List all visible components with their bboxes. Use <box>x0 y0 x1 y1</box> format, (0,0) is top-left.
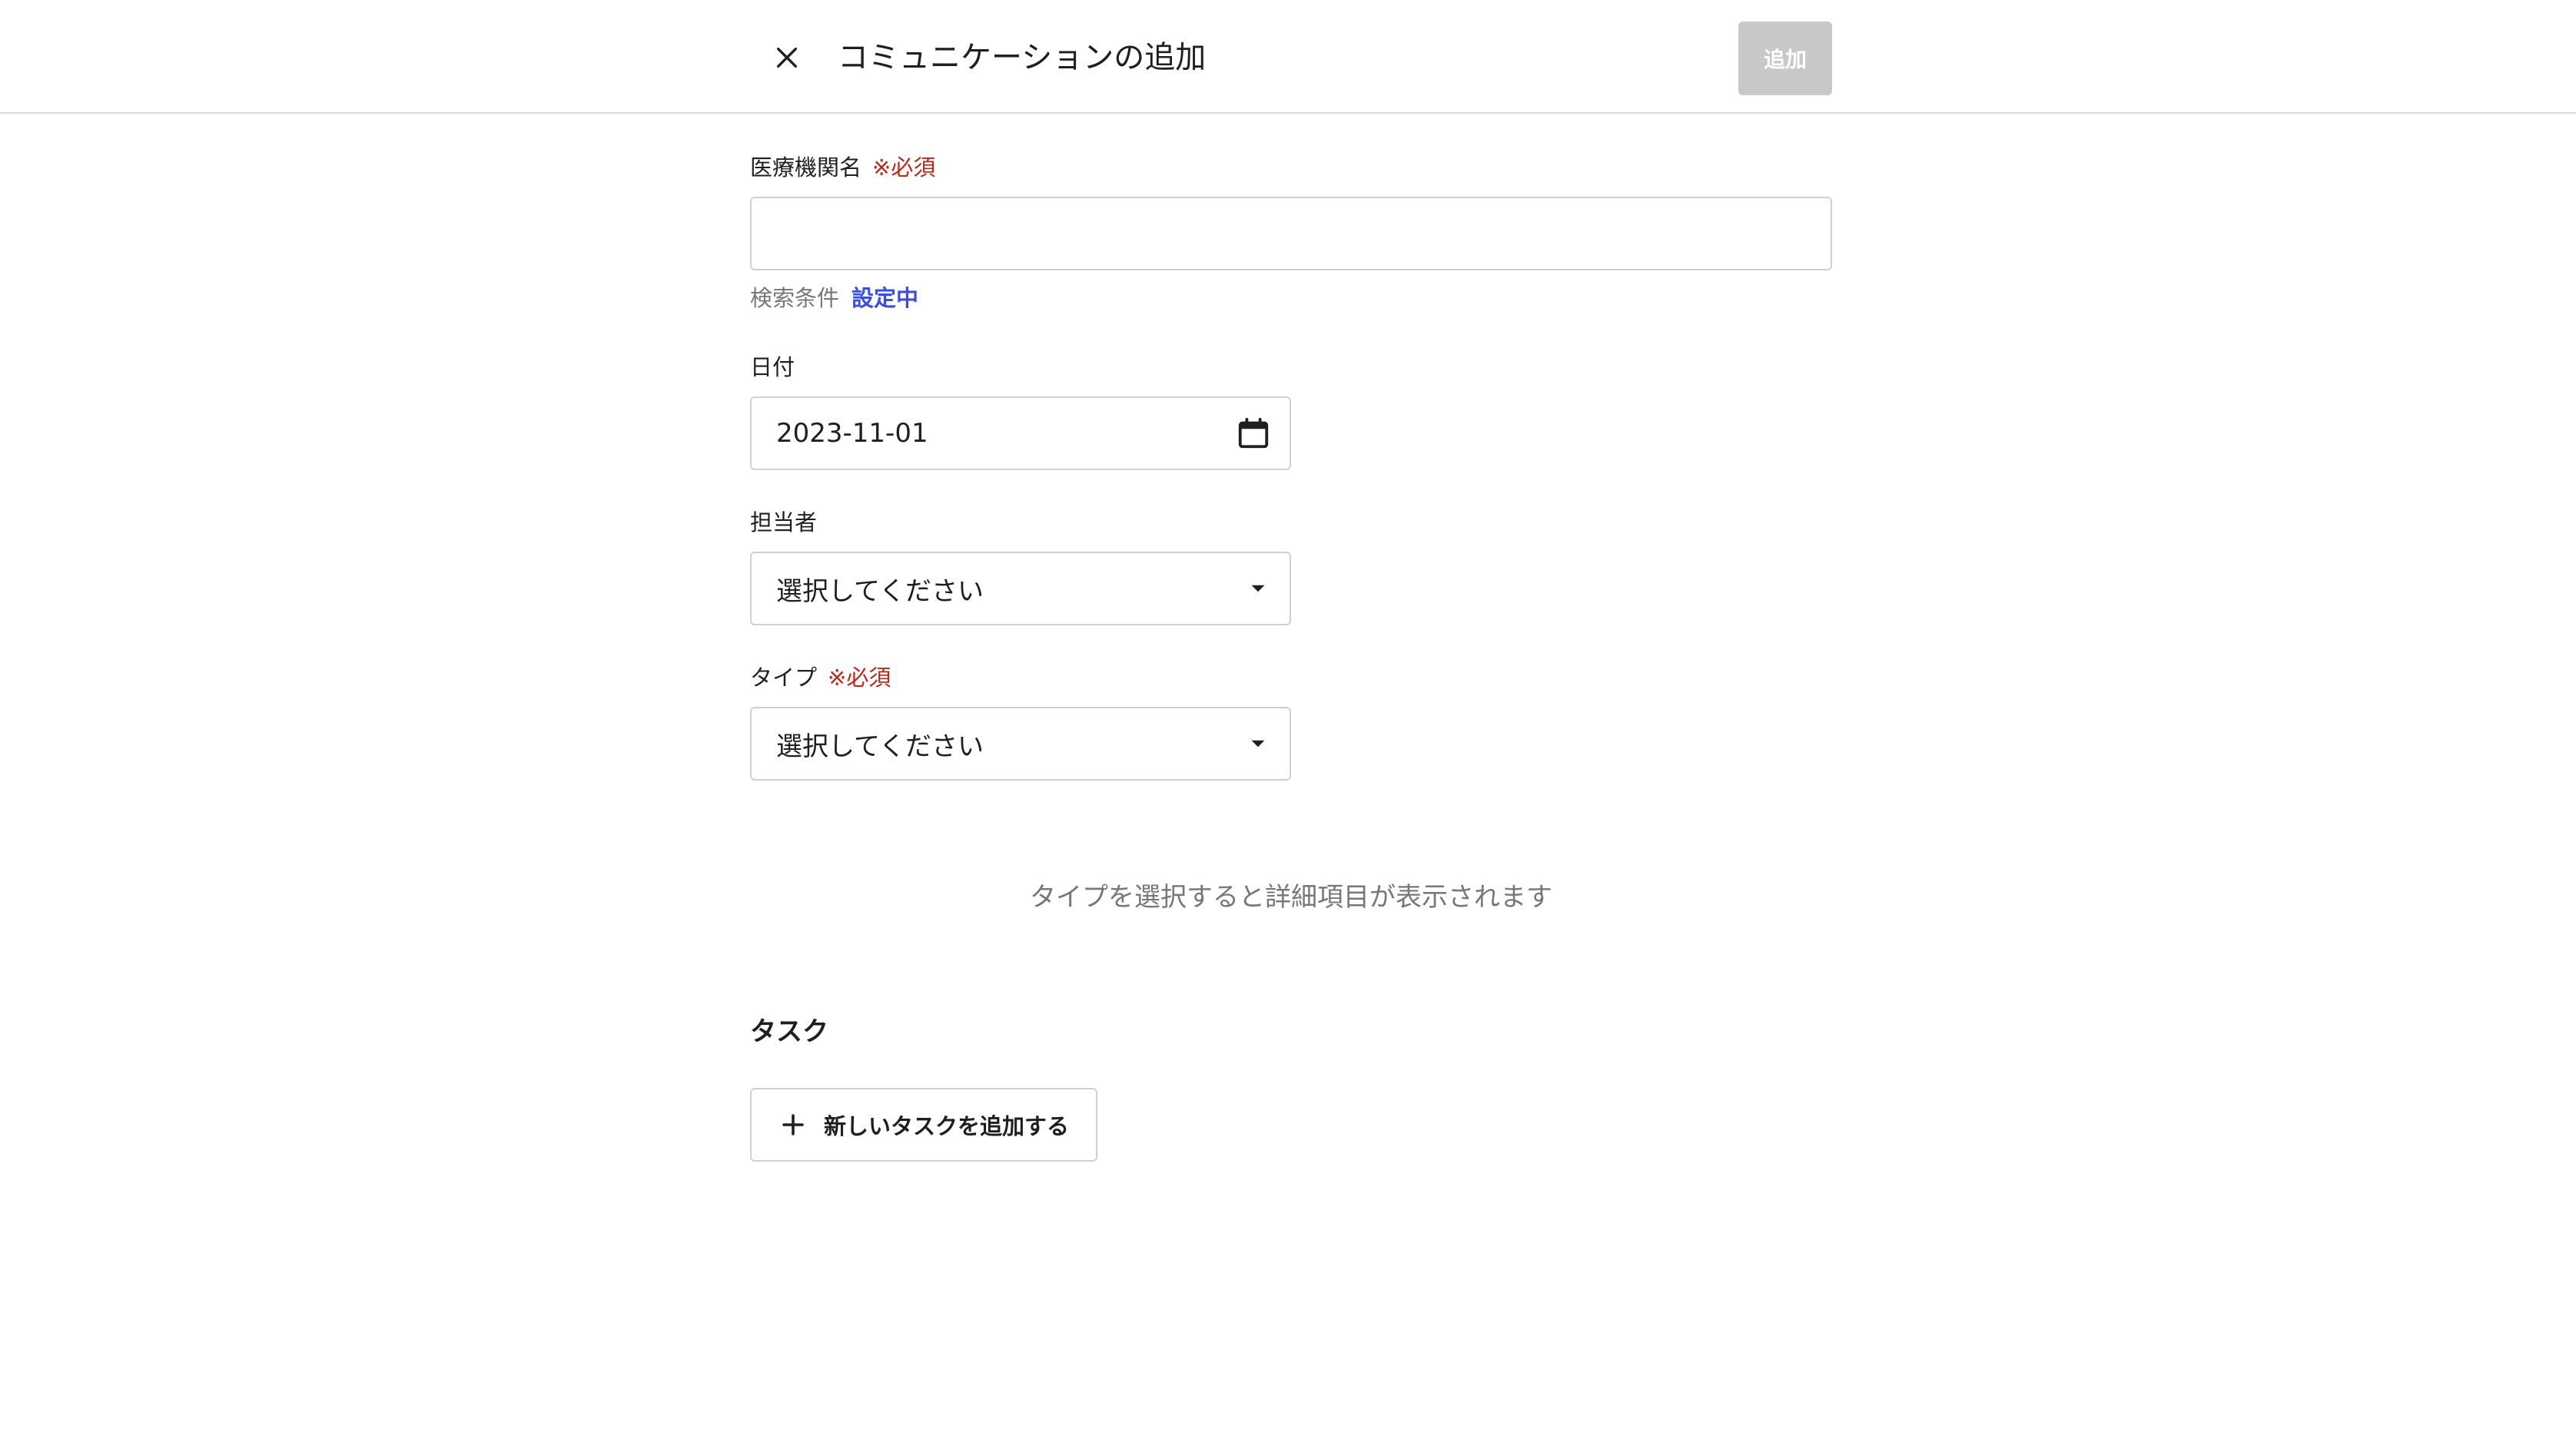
facility-required-badge: ※必須 <box>872 154 936 181</box>
search-condition-link[interactable]: 設定中 <box>851 285 918 311</box>
assignee-value: 選択してください <box>776 575 984 607</box>
type-required-badge: ※必須 <box>828 665 891 691</box>
page-title: コミュニケーションの追加 <box>838 40 1207 75</box>
add-submit-button[interactable]: 追加 <box>1738 22 1832 95</box>
add-task-button[interactable]: 新しいタスクを追加する <box>750 1088 1097 1162</box>
date-value: 2023-11-01 <box>776 418 928 449</box>
search-condition: 検索条件 設定中 <box>750 283 918 313</box>
facility-label: 医療機関名 <box>750 154 862 181</box>
assignee-label: 担当者 <box>750 509 818 535</box>
date-input[interactable]: 2023-11-01 <box>750 396 1291 470</box>
assignee-select[interactable]: 選択してください <box>750 552 1291 625</box>
close-icon <box>776 47 798 68</box>
close-button[interactable] <box>765 34 808 81</box>
type-value: 選択してください <box>776 731 984 762</box>
calendar-icon[interactable] <box>1236 416 1271 451</box>
plus-icon <box>782 1114 804 1136</box>
search-condition-label: 検索条件 <box>750 285 840 311</box>
tasks-section-title: タスク <box>750 1016 828 1047</box>
date-label: 日付 <box>750 354 795 380</box>
type-select[interactable]: 選択してください <box>750 707 1291 781</box>
type-label: タイプ <box>750 665 818 691</box>
type-hint-text: タイプを選択すると詳細項目が表示されます <box>1030 882 1552 913</box>
facility-label-row: 医療機関名 ※必須 <box>750 152 935 183</box>
facility-input[interactable] <box>750 197 1832 270</box>
caret-down-icon <box>1251 740 1265 748</box>
page-header: コミュニケーションの追加 追加 <box>0 0 2576 114</box>
caret-down-icon <box>1251 585 1265 592</box>
type-label-row: タイプ ※必須 <box>750 662 891 693</box>
add-task-label: 新しいタスクを追加する <box>824 1113 1070 1139</box>
